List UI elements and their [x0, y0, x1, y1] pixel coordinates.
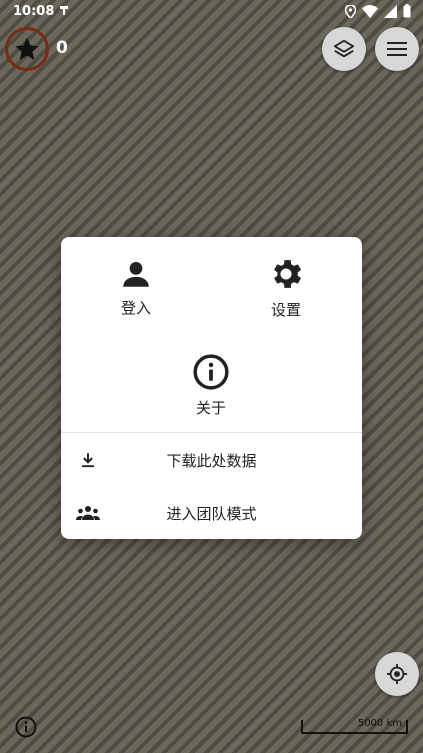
- login-button[interactable]: 登入: [96, 257, 176, 318]
- settings-button[interactable]: 设置: [246, 255, 326, 320]
- layers-button[interactable]: [322, 27, 366, 71]
- locate-icon: [386, 663, 408, 685]
- person-icon: [123, 261, 149, 287]
- status-icons: [345, 4, 411, 18]
- notification-icon: [60, 6, 68, 15]
- dialog-divider: [61, 432, 362, 433]
- layers-icon: [333, 39, 355, 58]
- locate-button[interactable]: [375, 652, 419, 696]
- team-mode-button[interactable]: 进入团队模式: [61, 489, 362, 537]
- login-label: 登入: [120, 299, 151, 317]
- scale-label: 5000 km: [357, 718, 402, 729]
- about-button[interactable]: 关于: [171, 353, 251, 418]
- battery-icon: [403, 4, 411, 18]
- signal-icon: [384, 4, 397, 18]
- about-info-icon: [193, 354, 229, 390]
- about-label: 关于: [195, 399, 226, 417]
- map-scale-bar: 5000 km: [301, 718, 408, 734]
- star-icon: [15, 37, 39, 60]
- download-label: 下载此处数据: [166, 451, 257, 470]
- wifi-icon: [362, 4, 378, 18]
- menu-icon: [387, 42, 407, 56]
- team-label: 进入团队模式: [166, 504, 257, 523]
- star-count: 0: [56, 38, 68, 58]
- status-bar: 10:08: [0, 0, 423, 24]
- location-icon: [345, 4, 356, 18]
- download-data-button[interactable]: 下载此处数据: [61, 436, 362, 484]
- settings-label: 设置: [270, 301, 301, 319]
- star-badge[interactable]: [5, 27, 49, 71]
- status-time: 10:08: [13, 4, 55, 19]
- info-icon[interactable]: [14, 715, 38, 739]
- main-menu-dialog: 登入 设置 关于 下载此处数据 进入团队模式: [61, 237, 362, 539]
- gear-icon: [274, 260, 302, 288]
- menu-button[interactable]: [375, 27, 419, 71]
